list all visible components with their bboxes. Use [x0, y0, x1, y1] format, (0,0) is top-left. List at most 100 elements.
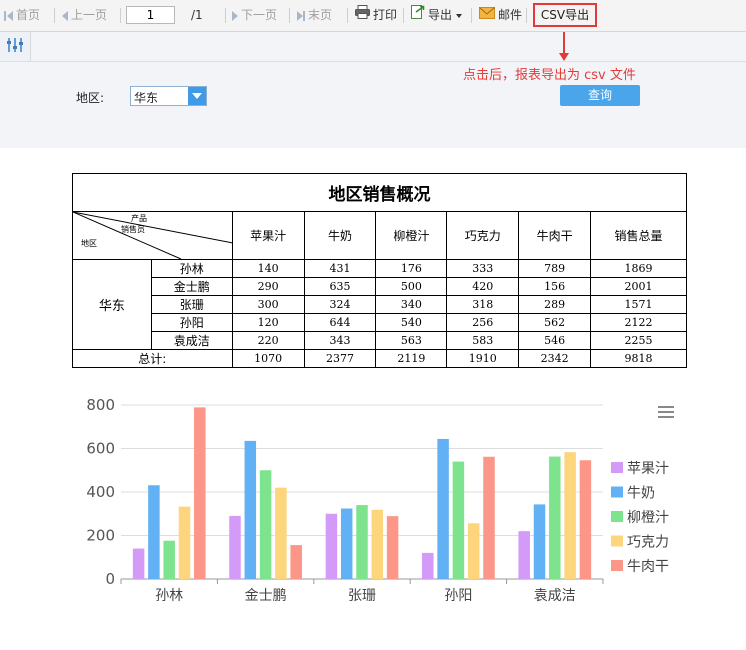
first-page-button[interactable]: 首页 [4, 0, 40, 31]
value-cell: 256 [446, 313, 520, 332]
printer-icon [355, 0, 370, 31]
total-row: 总计: 1070 2377 2119 1910 2342 9818 [72, 349, 687, 368]
legend-swatch[interactable] [611, 511, 623, 522]
toolbar-divider [347, 8, 348, 23]
bar[interactable] [533, 504, 546, 579]
salesperson-cell: 金士鹏 [150, 277, 233, 296]
value-cell: 1869 [590, 259, 687, 278]
region-select-value: 华东 [134, 91, 159, 105]
export-dropdown-button[interactable]: 导出 [411, 0, 463, 31]
value-cell: 2255 [590, 331, 687, 350]
bar[interactable] [371, 509, 384, 579]
bar[interactable] [518, 531, 530, 579]
mail-icon [479, 0, 495, 31]
value-cell: 324 [303, 295, 377, 314]
prev-page-icon [62, 10, 68, 21]
bar[interactable] [356, 505, 368, 579]
toolbar-divider [54, 8, 55, 23]
total-cell: 1910 [446, 349, 520, 368]
bar[interactable] [132, 548, 145, 579]
value-cell: 644 [303, 313, 377, 332]
parameter-toggle-button[interactable] [0, 32, 31, 61]
bar[interactable] [564, 452, 576, 579]
value-cell: 540 [375, 313, 448, 332]
value-cell: 176 [375, 259, 448, 278]
legend-label[interactable]: 柳橙汁 [627, 509, 669, 526]
bar[interactable] [178, 506, 191, 579]
parameter-bar [0, 32, 746, 62]
salesperson-cell: 袁成洁 [150, 331, 233, 350]
chevron-down-icon [456, 13, 463, 18]
page-number-input[interactable] [126, 6, 175, 24]
prev-page-button[interactable]: 上一页 [62, 0, 107, 31]
value-cell: 120 [231, 313, 305, 332]
legend-swatch[interactable] [611, 560, 623, 571]
value-cell: 343 [303, 331, 377, 350]
chart-menu-icon[interactable] [658, 406, 674, 418]
value-cell: 2001 [590, 277, 687, 296]
next-page-button[interactable]: 下一页 [232, 0, 277, 31]
table-row: 孙阳 120 644 540 256 562 2122 [73, 313, 687, 332]
value-cell: 562 [518, 313, 592, 332]
y-tick-label: 400 [86, 483, 115, 501]
legend-swatch[interactable] [611, 486, 623, 498]
bar[interactable] [325, 513, 338, 579]
bar[interactable] [467, 523, 480, 579]
column-header: 牛肉干 [518, 211, 592, 260]
bar[interactable] [259, 470, 272, 579]
chevron-down-icon[interactable] [188, 87, 206, 105]
table-row: 华东 孙林 140 431 176 333 789 1869 [72, 259, 687, 350]
bar[interactable] [148, 485, 160, 579]
mail-button[interactable]: 邮件 [479, 0, 522, 31]
legend-swatch[interactable] [611, 462, 623, 473]
csv-export-button[interactable]: CSV导出 [533, 3, 597, 27]
table-row: 金士鹏 290 635 500 420 156 2001 [73, 277, 687, 296]
value-cell: 220 [231, 331, 305, 350]
bar[interactable] [229, 515, 241, 579]
y-tick-label: 600 [86, 440, 115, 458]
value-cell: 318 [446, 295, 520, 314]
salesperson-cell: 孙林 [150, 259, 233, 278]
bar[interactable] [275, 487, 287, 579]
total-cell: 1070 [231, 349, 305, 368]
value-cell: 2122 [590, 313, 687, 332]
toolbar-divider [471, 8, 472, 23]
bar[interactable] [579, 460, 592, 579]
value-cell: 300 [231, 295, 305, 314]
legend-label[interactable]: 牛肉干 [627, 559, 669, 575]
value-cell: 340 [375, 295, 448, 314]
bar[interactable] [452, 461, 465, 579]
bar[interactable] [194, 407, 206, 579]
toolbar-divider [120, 8, 121, 23]
bar[interactable] [437, 438, 449, 579]
sliders-icon [7, 38, 23, 52]
query-button[interactable]: 查询 [560, 85, 640, 106]
bar[interactable] [340, 508, 353, 579]
bar[interactable] [422, 552, 434, 579]
total-cell: 2377 [303, 349, 377, 368]
bar[interactable] [483, 456, 495, 579]
region-select[interactable]: 华东 [130, 86, 207, 106]
legend-swatch[interactable] [611, 535, 623, 547]
last-page-button[interactable]: 末页 [297, 0, 332, 31]
column-header: 销售总量 [590, 211, 687, 260]
y-tick-label: 0 [105, 570, 115, 588]
value-cell: 420 [446, 277, 520, 296]
legend-label[interactable]: 牛奶 [627, 486, 655, 502]
salesperson-cell: 张珊 [150, 295, 233, 314]
bar[interactable] [386, 516, 399, 579]
bar[interactable] [549, 456, 561, 579]
bar[interactable] [244, 440, 257, 579]
value-cell: 1571 [590, 295, 687, 314]
legend-label[interactable]: 巧克力 [627, 535, 669, 551]
print-button[interactable]: 打印 [355, 0, 397, 31]
legend-label[interactable]: 苹果汁 [627, 461, 669, 477]
total-label: 总计: [72, 349, 233, 368]
bar[interactable] [163, 540, 175, 579]
sales-report-table: 地区销售概况 产品 销售员 地区 苹果汁 牛奶 柳橙汁 巧克力 牛肉干 销售总量… [72, 173, 687, 368]
annotation-note: 点击后，报表导出为 csv 文件 [463, 68, 636, 83]
corner-region-label: 地区 [81, 239, 97, 248]
toolbar-divider [289, 8, 290, 23]
x-tick-label: 张珊 [348, 588, 376, 604]
bar[interactable] [290, 545, 302, 579]
